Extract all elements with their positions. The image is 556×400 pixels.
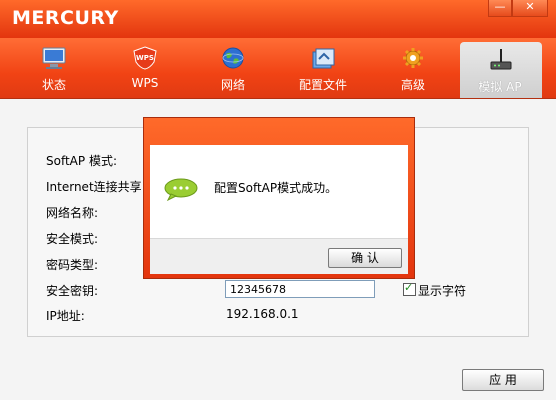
gear-icon [403,48,423,68]
dialog-ok-button[interactable]: 确 认 [328,248,402,268]
minimize-button[interactable]: — [488,0,512,17]
tab-advanced-label: 高级 [400,78,425,92]
show-chars-label: 显示字符 [418,284,467,298]
network-name-label: 网络名称: [46,206,99,220]
wps-shield-icon: WPS [133,46,157,70]
security-key-label: 安全密钥: [46,284,99,298]
apply-button[interactable]: 应 用 [462,369,544,391]
config-file-icon [312,48,335,69]
tab-wps[interactable]: WPS WPS [105,40,185,96]
internet-share-label: Internet连接共享: [46,180,146,194]
tab-soft-ap-label: 模拟 AP [478,80,522,94]
dialog-message: 配置SoftAP模式成功。 [214,181,338,195]
toolbar: 状态 WPS WPS 网络 配置文件 高级 模拟 AP [0,38,556,99]
svg-text:WPS: WPS [136,54,154,62]
monitor-icon [42,47,66,69]
security-mode-label: 安全模式: [46,232,99,246]
tab-network[interactable]: 网络 [193,40,273,96]
close-button[interactable]: ✕ [512,0,548,17]
ip-label: IP地址: [46,309,85,323]
show-chars-checkbox[interactable] [403,281,416,296]
tab-soft-ap[interactable]: 模拟 AP [460,42,542,98]
cipher-type-label: 密码类型: [46,258,99,272]
app-window: MERCURY — ✕ 状态 WPS WPS 网络 配置文件 高级 模拟 AP … [0,0,556,400]
tab-advanced[interactable]: 高级 [373,40,453,96]
softap-mode-label: SoftAP 模式: [46,154,117,168]
tab-status[interactable]: 状态 [14,40,94,96]
tab-profile[interactable]: 配置文件 [283,40,363,96]
tab-status-label: 状态 [41,78,66,92]
tab-wps-label: WPS [131,76,159,90]
ip-value: 192.168.0.1 [226,307,299,321]
tab-profile-label: 配置文件 [298,78,347,92]
router-icon [490,49,512,70]
chat-bubble-icon [164,178,198,201]
title-bar: MERCURY — ✕ [0,0,556,38]
globe-icon [222,47,244,69]
brand-logo: MERCURY [12,7,119,29]
security-key-input[interactable]: 12345678 [225,280,375,298]
tab-network-label: 网络 [220,78,245,92]
